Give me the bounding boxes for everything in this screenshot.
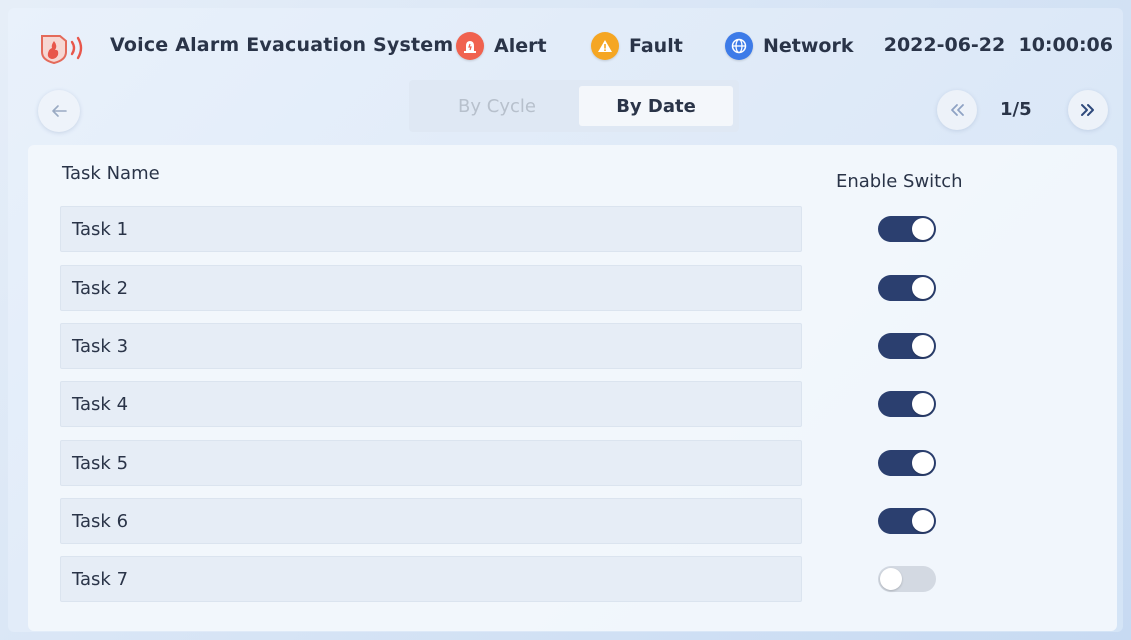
task-name: Task 5 <box>72 452 129 474</box>
task-6-enable-toggle[interactable] <box>878 508 936 534</box>
network-status[interactable]: Network <box>725 30 853 62</box>
app-title: Voice Alarm Evacuation System <box>110 34 454 56</box>
next-page-button[interactable] <box>1068 90 1108 130</box>
toggle-knob <box>912 218 934 240</box>
task-1-enable-toggle[interactable] <box>878 216 936 242</box>
task-row[interactable]: Task 6 <box>60 498 802 544</box>
task-5-enable-toggle[interactable] <box>878 450 936 476</box>
task-name: Task 4 <box>72 393 129 415</box>
task-name-column-header: Task Name <box>62 163 160 184</box>
task-name: Task 3 <box>72 335 129 357</box>
header-bar: Voice Alarm Evacuation System Alert Faul… <box>8 8 1123 78</box>
globe-icon <box>725 32 753 60</box>
task-row[interactable]: Task 7 <box>60 556 802 602</box>
fire-alarm-logo-icon <box>41 35 83 64</box>
task-name: Task 1 <box>72 218 129 240</box>
task-row[interactable]: Task 1 <box>60 206 802 252</box>
task-row[interactable]: Task 2 <box>60 265 802 311</box>
toggle-knob <box>912 335 934 357</box>
app-window: Voice Alarm Evacuation System Alert Faul… <box>8 8 1123 632</box>
task-row[interactable]: Task 4 <box>60 381 802 427</box>
view-mode-tabs: By Cycle By Date <box>409 80 739 132</box>
alarm-siren-icon <box>456 32 484 60</box>
task-table-panel: Task Name Enable Switch Task 1 Task 2 Ta… <box>28 145 1117 631</box>
task-3-enable-toggle[interactable] <box>878 333 936 359</box>
previous-page-button[interactable] <box>937 90 977 130</box>
page-indicator: 1/5 <box>1000 99 1032 120</box>
toggle-knob <box>912 510 934 532</box>
fault-status[interactable]: Fault <box>591 30 683 62</box>
alert-label: Alert <box>494 35 547 57</box>
tab-by-cycle[interactable]: By Cycle <box>415 86 579 126</box>
task-row[interactable]: Task 5 <box>60 440 802 486</box>
double-chevron-left-icon <box>951 104 964 116</box>
task-name: Task 7 <box>72 568 129 590</box>
toggle-knob <box>912 277 934 299</box>
tab-by-date[interactable]: By Date <box>579 86 733 126</box>
task-4-enable-toggle[interactable] <box>878 391 936 417</box>
warning-triangle-icon <box>591 32 619 60</box>
task-name: Task 2 <box>72 277 129 299</box>
enable-switch-column-header: Enable Switch <box>836 171 963 192</box>
toggle-knob <box>880 568 902 590</box>
toggle-knob <box>912 452 934 474</box>
toggle-knob <box>912 393 934 415</box>
datetime-display: 2022-06-22 10:00:06 <box>883 34 1113 56</box>
task-name: Task 6 <box>72 510 129 532</box>
back-button[interactable] <box>38 90 80 132</box>
fault-label: Fault <box>629 35 683 57</box>
arrow-left-icon <box>52 105 67 117</box>
task-row[interactable]: Task 3 <box>60 323 802 369</box>
task-7-enable-toggle[interactable] <box>878 566 936 592</box>
network-label: Network <box>763 35 854 57</box>
alert-status[interactable]: Alert <box>456 30 547 62</box>
task-2-enable-toggle[interactable] <box>878 275 936 301</box>
double-chevron-right-icon <box>1081 104 1094 116</box>
